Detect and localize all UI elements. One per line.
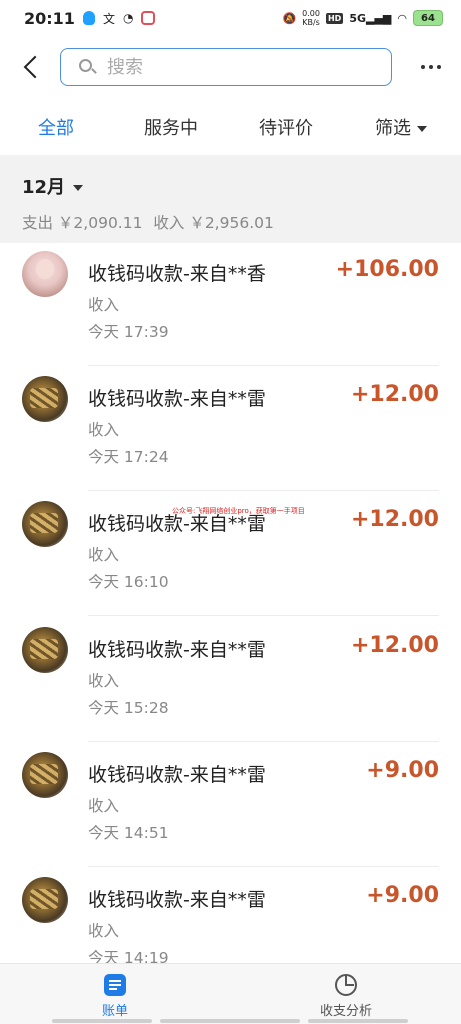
month-summary-panel: 12月 支出 ￥2,090.11 收入 ￥2,956.01 <box>0 155 461 243</box>
filter-dropdown-icon <box>417 126 427 132</box>
status-time: 20:11 <box>24 8 75 28</box>
transaction-title: 收钱码收款-来自**雷 <box>88 889 266 911</box>
transaction-type: 收入 <box>88 922 120 940</box>
home-indicator <box>308 1019 408 1023</box>
home-indicator <box>52 1019 152 1023</box>
search-header <box>0 40 461 96</box>
wechat-notification-icon: ◔ <box>122 11 134 25</box>
transaction-amount: +12.00 <box>350 382 439 407</box>
transaction-row[interactable]: 收钱码收款-来自**雷 +9.00 收入 今天 14:19 <box>0 867 461 963</box>
nav-analysis-label: 收支分析 <box>319 1004 372 1019</box>
battery-icon: 64 <box>413 10 443 26</box>
more-dot-icon <box>429 65 433 69</box>
more-options-button[interactable] <box>418 56 444 78</box>
home-indicator <box>160 1019 300 1023</box>
transaction-title: 收钱码收款-来自**雷 <box>88 388 266 410</box>
transaction-type: 收入 <box>88 296 120 314</box>
status-left: 20:11 文 ◔ <box>24 8 156 28</box>
transaction-type: 收入 <box>88 546 120 564</box>
wifi-icon: ◠ <box>397 11 407 25</box>
month-totals: 支出 ￥2,090.11 收入 ￥2,956.01 <box>22 211 280 233</box>
network-speed: 0.00 KB/s <box>302 9 320 27</box>
food-avatar <box>22 752 68 798</box>
transaction-time: 今天 16:10 <box>88 573 169 591</box>
transaction-amount: +106.00 <box>335 257 439 282</box>
girl-avatar <box>22 251 68 297</box>
divider <box>88 615 439 616</box>
transaction-time: 今天 14:51 <box>88 824 169 842</box>
transaction-title: 收钱码收款-来自**香 <box>88 263 266 285</box>
transaction-type: 收入 <box>88 672 120 690</box>
app-notification-icon <box>141 11 156 25</box>
qq-notification-icon <box>82 11 95 25</box>
bill-icon <box>104 974 126 996</box>
tab-filter-label: 筛选 <box>375 118 411 139</box>
month-dropdown-icon <box>73 185 84 191</box>
translate-notification-icon: 文 <box>102 11 115 26</box>
transaction-amount: +9.00 <box>366 758 439 783</box>
month-selector[interactable]: 12月 <box>22 173 84 199</box>
transaction-row[interactable]: 收钱码收款-来自**雷 +12.00 收入 今天 15:28 <box>0 617 461 742</box>
nav-analysis[interactable]: 收支分析 <box>296 972 396 1022</box>
status-right: 🔕 0.00 KB/s HD 5G▂▄▆ ◠ 64 <box>282 9 443 27</box>
search-icon <box>79 59 97 75</box>
tab-to-review[interactable]: 待评价 <box>259 114 313 140</box>
food-avatar <box>22 877 68 923</box>
transaction-title: 收钱码收款-来自**雷 <box>88 764 266 786</box>
nav-bill-label: 账单 <box>101 1004 128 1019</box>
bottom-nav: 账单 收支分析 <box>0 963 461 1024</box>
hd-icon: HD <box>325 12 344 24</box>
tab-in-service[interactable]: 服务中 <box>144 114 198 140</box>
transaction-time: 今天 17:24 <box>88 448 169 466</box>
signal-label: 5G <box>349 11 366 25</box>
tab-filter[interactable]: 筛选 <box>375 114 427 140</box>
more-dot-icon <box>421 65 425 69</box>
filter-tabs: 全部 服务中 待评价 筛选 <box>0 104 461 152</box>
food-avatar <box>22 627 68 673</box>
transaction-row[interactable]: 收钱码收款-来自**雷 +9.00 收入 今天 14:51 <box>0 742 461 867</box>
signal-icon: 5G▂▄▆ <box>349 11 392 25</box>
watermark-text: 公众号:飞翔网络创业pro，获取第一手项目 <box>172 507 305 515</box>
transaction-amount: +12.00 <box>350 633 439 658</box>
month-label: 12月 <box>22 177 66 198</box>
pie-chart-icon <box>335 974 357 996</box>
transaction-time: 今天 14:19 <box>88 949 169 963</box>
transaction-type: 收入 <box>88 797 120 815</box>
food-avatar <box>22 501 68 547</box>
status-bar: 20:11 文 ◔ 🔕 0.00 KB/s HD 5G▂▄▆ ◠ 64 <box>0 0 461 36</box>
transaction-time: 今天 15:28 <box>88 699 169 717</box>
transaction-time: 今天 17:39 <box>88 323 169 341</box>
network-speed-value: 0.00 <box>302 9 320 18</box>
search-box[interactable] <box>60 48 392 86</box>
expense-total: 支出 ￥2,090.11 <box>22 214 143 232</box>
transaction-amount: +12.00 <box>350 507 439 532</box>
food-avatar <box>22 376 68 422</box>
mute-icon: 🔕 <box>282 11 297 25</box>
more-dot-icon <box>437 65 441 69</box>
back-chevron-icon <box>23 55 47 79</box>
transaction-type: 收入 <box>88 421 120 439</box>
search-input[interactable] <box>105 55 369 79</box>
transaction-title: 收钱码收款-来自**雷 <box>88 639 266 661</box>
transaction-amount: +9.00 <box>366 883 439 908</box>
tab-all[interactable]: 全部 <box>38 114 74 140</box>
transaction-row[interactable]: 收钱码收款-来自**雷 +12.00 收入 今天 17:24 <box>0 366 461 491</box>
back-button[interactable] <box>18 50 47 84</box>
transaction-row[interactable]: 收钱码收款-来自**香 +106.00 收入 今天 17:39 <box>0 243 461 366</box>
network-speed-unit: KB/s <box>302 18 320 27</box>
transaction-list: 收钱码收款-来自**香 +106.00 收入 今天 17:39 收钱码收款-来自… <box>0 243 461 963</box>
income-total: 收入 ￥2,956.01 <box>153 214 274 232</box>
nav-bill[interactable]: 账单 <box>65 972 165 1022</box>
